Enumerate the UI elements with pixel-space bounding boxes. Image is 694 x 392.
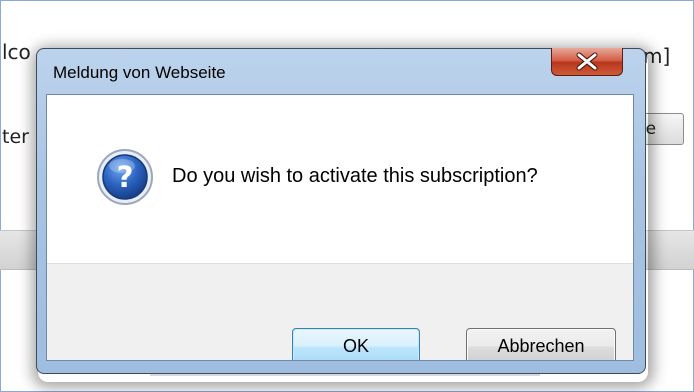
message-region: ? Do you wish to activate this subscript…	[47, 95, 633, 263]
question-icon: ?	[97, 149, 153, 205]
cancel-button[interactable]: Abbrechen	[466, 328, 616, 360]
dialog-title: Meldung von Webseite	[53, 63, 226, 82]
dialog-content: ? Do you wish to activate this subscript…	[46, 94, 634, 361]
svg-text:?: ?	[117, 160, 134, 194]
close-icon	[576, 52, 598, 71]
ok-button[interactable]: OK	[292, 328, 420, 360]
background-text-fragment-2: ter	[2, 126, 29, 148]
close-button[interactable]	[551, 48, 623, 76]
dialog-button-bar: OK Abbrechen	[47, 263, 633, 360]
alert-dialog: Meldung von Webseite ? Do you wish to ac…	[36, 48, 646, 374]
dialog-message: Do you wish to activate this subscriptio…	[172, 165, 538, 187]
background-text-fragment: lco	[2, 40, 31, 64]
